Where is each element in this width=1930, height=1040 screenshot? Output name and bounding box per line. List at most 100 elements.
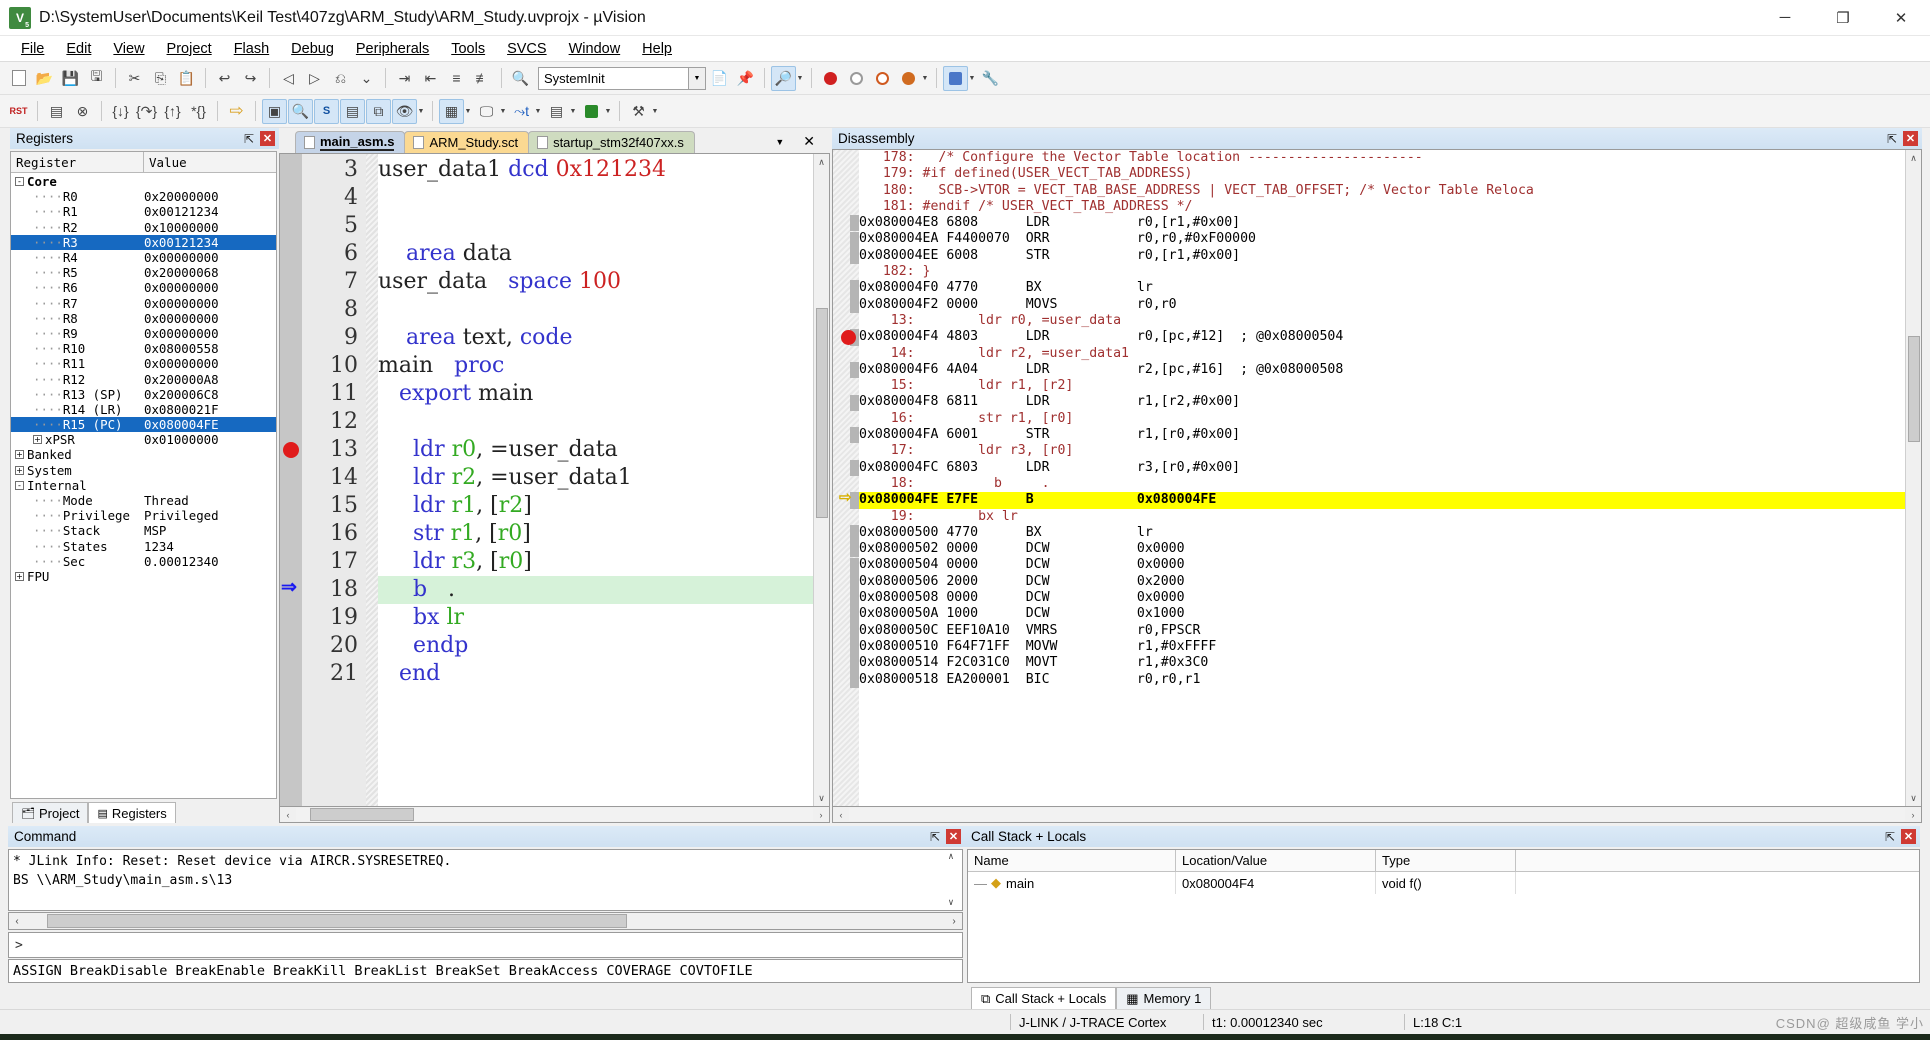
reset-icon[interactable]: RST <box>6 99 31 124</box>
pin-icon[interactable]: ⇱ <box>1887 132 1897 146</box>
editor-tab-arm-study-sct[interactable]: ARM_Study.sct <box>404 131 530 153</box>
menu-edit[interactable]: Edit <box>55 38 102 60</box>
disassembly-source-line[interactable]: 18: b . <box>859 476 1905 492</box>
expand-icon[interactable]: + <box>15 571 24 581</box>
close-icon[interactable]: ✕ <box>1901 829 1916 844</box>
register-row-states[interactable]: ···· States 1234 <box>11 539 276 554</box>
register-row-banked[interactable]: + Banked <box>11 447 276 462</box>
comment-icon[interactable]: ≡ <box>444 66 469 91</box>
disassembly-instruction-line[interactable]: 0x08000510 F64F71FF MOVW r1,#0xFFFF <box>859 639 1905 655</box>
menu-svcs[interactable]: SVCS <box>496 38 558 60</box>
disassembly-instruction-line[interactable]: 0x0800050A 1000 DCW 0x1000 <box>859 606 1905 622</box>
scroll-left-icon[interactable]: ‹ <box>280 810 296 820</box>
configure-icon[interactable]: 🔧 <box>978 66 1003 91</box>
editor-code-line[interactable]: ldr r3, [r0] <box>378 548 813 576</box>
disassembly-instruction-line[interactable]: 0x08000502 0000 DCW 0x0000 <box>859 541 1905 557</box>
editor-code-line[interactable]: ldr r2, =user_data1 <box>378 464 813 492</box>
editor-hscroll-thumb[interactable] <box>310 808 414 821</box>
close-icon[interactable]: ✕ <box>946 829 961 844</box>
disassembly-instruction-line[interactable]: 0x080004F0 4770 BX lr <box>859 280 1905 296</box>
analysis-window-icon[interactable]: ⤳t <box>509 99 534 124</box>
disassembly-instruction-line[interactable]: 0x080004EA F4400070 ORR r0,r0,#0xF00000 <box>859 231 1905 247</box>
disassembly-source-line[interactable]: 13: ldr r0, =user_data <box>859 313 1905 329</box>
disassembly-instruction-line[interactable]: 0x080004FE E7FE B 0x080004FE <box>859 492 1905 509</box>
editor-code-line[interactable]: endp <box>378 632 813 660</box>
record-icon[interactable] <box>818 66 843 91</box>
navigate-forward-icon[interactable]: ▷ <box>302 66 327 91</box>
scroll-left-icon[interactable]: ‹ <box>9 916 25 927</box>
run-to-cursor-icon[interactable]: *{} <box>186 99 211 124</box>
editor-tab-main-asm[interactable]: main_asm.s <box>295 131 406 153</box>
editor-code-line[interactable]: ldr r0, =user_data <box>378 436 813 464</box>
menu-debug[interactable]: Debug <box>280 38 345 60</box>
bookmark-icon[interactable]: ⎌ <box>328 66 353 91</box>
register-row-r12[interactable]: ···· R12 0x200000A8 <box>11 371 276 387</box>
editor-code-line[interactable]: user_data1 dcd 0x121234 <box>378 156 813 184</box>
save-all-icon[interactable]: 🖫 <box>84 66 109 91</box>
register-row-r11[interactable]: ···· R11 0x00000000 <box>11 356 276 371</box>
editor-code-line[interactable]: export main <box>378 380 813 408</box>
editor-breakpoint-gutter[interactable]: ⇒ <box>280 154 302 806</box>
disassembly-instruction-line[interactable]: 0x08000500 4770 BX lr <box>859 525 1905 541</box>
close-icon[interactable]: ✕ <box>260 131 275 146</box>
command-hscroll-track[interactable] <box>25 914 946 928</box>
menu-flash[interactable]: Flash <box>223 38 280 60</box>
symbols-window-icon[interactable]: S <box>314 98 339 124</box>
register-row-r8[interactable]: ···· R8 0x00000000 <box>11 311 276 326</box>
watch-window-icon[interactable]: 👁 <box>392 98 417 124</box>
disassembly-vertical-scrollbar[interactable]: ∧ ∨ <box>1905 150 1921 806</box>
editor-vertical-scrollbar[interactable]: ∧ ∨ <box>813 154 829 806</box>
register-row-system[interactable]: + System <box>11 463 276 478</box>
editor-code-area[interactable]: user_data1 dcd 0x121234 area data user_da… <box>378 154 813 806</box>
trace-window-icon[interactable]: ▤ <box>544 99 569 124</box>
system-analyzer-icon[interactable] <box>579 99 604 124</box>
scroll-right-icon[interactable]: › <box>813 810 829 820</box>
chevron-down-icon[interactable]: ▼ <box>603 108 613 115</box>
chevron-down-icon[interactable]: ▼ <box>650 108 660 115</box>
register-row-r1[interactable]: ···· R1 0x00121234 <box>11 204 276 219</box>
disassembly-instruction-line[interactable]: 0x080004FA 6001 STR r1,[r0,#0x00] <box>859 427 1905 443</box>
disassembly-source-line[interactable]: 15: ldr r1, [r2] <box>859 378 1905 394</box>
disassembly-source-line[interactable]: 16: str r1, [r0] <box>859 411 1905 427</box>
pin-icon[interactable]: ⇱ <box>1885 830 1895 844</box>
undo-icon[interactable]: ↩ <box>212 66 237 91</box>
call-stack-window-icon[interactable]: ⧉ <box>366 98 391 124</box>
outdent-icon[interactable]: ⇤ <box>418 66 443 91</box>
disassembly-instruction-line[interactable]: 0x080004F6 4A04 LDR r2,[pc,#16] ; @0x080… <box>859 362 1905 378</box>
bookmark-next-icon[interactable]: ⌄ <box>354 66 379 91</box>
disassembly-source-line[interactable]: 179: #if defined(USER_VECT_TAB_ADDRESS) <box>859 166 1905 182</box>
editor-code-line[interactable]: user_data space 100 <box>378 268 813 296</box>
editor-code-line[interactable]: area text, code <box>378 324 813 352</box>
command-output-scrollbar[interactable]: ∧ ∨ <box>944 852 958 908</box>
serial-window-icon[interactable]: 🖵 <box>474 99 499 124</box>
chevron-down-icon[interactable]: ▼ <box>498 108 508 115</box>
build-pin-icon[interactable]: 📌 <box>733 66 758 91</box>
breakpoint-marker-icon[interactable] <box>283 442 299 458</box>
close-icon[interactable]: ✕ <box>1903 131 1918 146</box>
disassembly-source-line[interactable]: 14: ldr r2, =user_data1 <box>859 346 1905 362</box>
stop-circle-icon[interactable] <box>844 66 869 91</box>
register-row-stack[interactable]: ···· Stack MSP <box>11 523 276 538</box>
tab-registers[interactable]: ▤ Registers <box>88 802 176 823</box>
menu-view[interactable]: View <box>102 38 155 60</box>
disassembly-instruction-line[interactable]: 0x08000514 F2C031C0 MOVT r1,#0x3C0 <box>859 655 1905 671</box>
register-row-sec[interactable]: ···· Sec 0.00012340 <box>11 554 276 569</box>
call-stack-table[interactable]: Name Location/Value Type — ◆ main 0x0800… <box>967 849 1920 983</box>
register-row-r4[interactable]: ···· R4 0x00000000 <box>11 250 276 265</box>
editor-code-line[interactable]: ldr r1, [r2] <box>378 492 813 520</box>
disassembly-instruction-line[interactable]: 0x08000518 EA200001 BIC r0,r0,r1 <box>859 672 1905 688</box>
register-row-r0[interactable]: ···· R0 0x20000000 <box>11 189 276 204</box>
disassembly-hscroll-track[interactable] <box>849 808 1905 821</box>
register-row-r13-sp[interactable]: ···· R13 (SP) 0x200006C8 <box>11 387 276 402</box>
register-row-fpu[interactable]: + FPU <box>11 569 276 584</box>
find-in-files-icon[interactable]: 🔍 <box>508 66 533 91</box>
tab-call-stack-locals[interactable]: ⧉ Call Stack + Locals <box>971 987 1117 1009</box>
editor-code-line[interactable]: bx lr <box>378 604 813 632</box>
chevron-down-icon[interactable]: ▼ <box>795 75 805 82</box>
tab-project[interactable]: 🗂 Project <box>12 802 89 823</box>
register-row-privilege[interactable]: ···· Privilege Privileged <box>11 508 276 523</box>
menu-file[interactable]: File <box>10 38 55 60</box>
copy-icon[interactable]: ⎘ <box>148 66 173 91</box>
scroll-right-icon[interactable]: › <box>1905 810 1921 820</box>
scroll-down-icon[interactable]: ∨ <box>948 898 953 908</box>
